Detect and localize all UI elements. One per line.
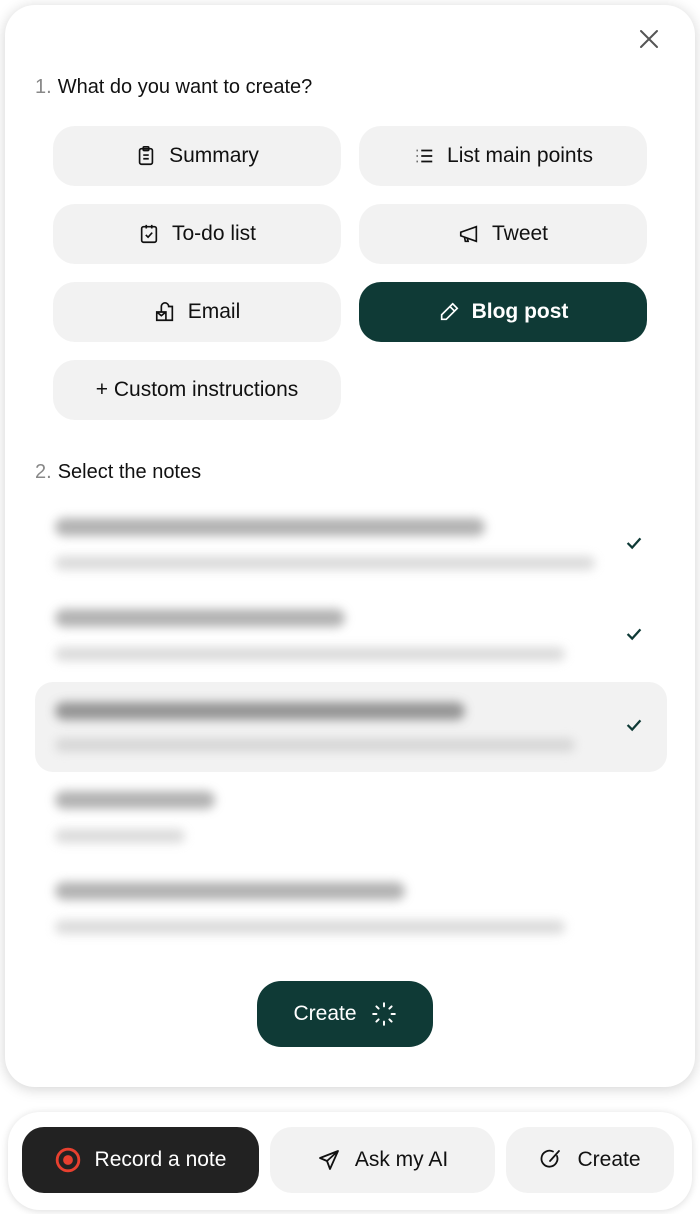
step-number: 2. [35,461,52,483]
send-icon [318,1150,339,1170]
check-icon [626,628,642,641]
note-item[interactable] [35,500,667,590]
clipboard-icon [138,146,154,166]
ask-label: Ask my AI [354,1148,449,1171]
step-number: 1. [35,76,52,98]
mailbox-icon [155,302,173,322]
option-label: List main points [447,144,593,167]
create-label: Create [293,1002,357,1025]
option-tweet[interactable]: Tweet [359,204,647,264]
step-1-heading: 1. What do you want to create? [35,76,312,99]
note-item[interactable] [35,682,667,772]
note-item[interactable] [35,591,667,681]
option-list-main-points[interactable]: List main points [359,126,647,186]
option-label: To-do list [171,222,257,245]
record-label: Record a note [94,1148,227,1171]
option-email[interactable]: Email [53,282,341,342]
option-label: + Custom instructions [95,378,299,401]
clipboard-check-icon [140,224,158,244]
check-icon [626,537,642,550]
close-icon[interactable] [637,27,661,51]
option-label: Summary [169,144,259,167]
check-icon [626,719,642,732]
record-note-button[interactable]: Record a note [22,1127,259,1193]
step-2-heading: 2. Select the notes [35,461,201,484]
option-custom-instructions[interactable]: + Custom instructions [53,360,341,420]
option-blog-post[interactable]: Blog post [359,282,647,342]
note-item[interactable] [35,773,667,863]
megaphone-icon [459,225,478,243]
option-label: Tweet [491,222,549,245]
option-label: Blog post [471,300,569,323]
sparkle-wand-icon [371,1002,396,1026]
note-item[interactable] [35,864,667,954]
step-label: Select the notes [57,461,202,483]
bottom-dock: Record a note Ask my AI Create [8,1112,692,1210]
option-summary[interactable]: Summary [53,126,341,186]
pencil-icon [440,302,458,321]
create-button[interactable]: Create [257,981,433,1047]
option-todo-list[interactable]: To-do list [53,204,341,264]
record-icon [55,1147,80,1173]
list-icon [416,149,433,163]
option-label: Email [187,300,241,323]
notes-list [35,500,667,950]
create-label: Create [577,1148,641,1171]
ask-ai-button[interactable]: Ask my AI [270,1127,495,1193]
create-pen-icon [541,1149,561,1168]
step-label: What do you want to create? [57,76,313,98]
create-dock-button[interactable]: Create [506,1127,674,1193]
